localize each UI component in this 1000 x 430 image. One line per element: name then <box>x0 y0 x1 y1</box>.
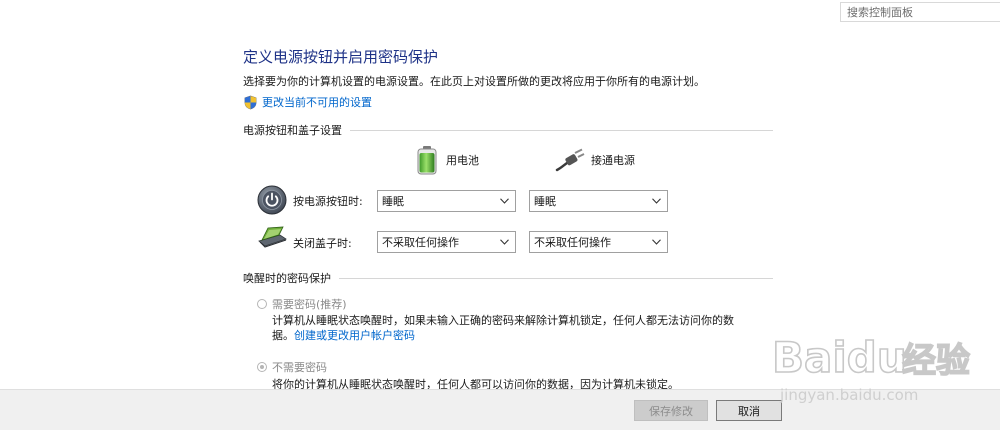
power-button-battery-value: 睡眠 <box>382 195 404 208</box>
lid-plugged-value: 不采取任何操作 <box>534 236 611 249</box>
no-password-radio[interactable] <box>257 362 267 372</box>
no-password-description: 将你的计算机从睡眠状态唤醒时，任何人都可以访问你的数据，因为计算机未锁定。 <box>272 377 772 389</box>
battery-column-header: 用电池 <box>416 145 479 175</box>
section-divider <box>350 129 773 131</box>
plugged-column-label: 接通电源 <box>591 154 635 167</box>
lid-plugged-select[interactable]: 不采取任何操作 <box>529 231 668 253</box>
power-button-icon <box>257 185 287 215</box>
watermark-brand: Baidu <box>772 333 907 382</box>
footer-bar: 保存修改 取消 <box>0 389 1000 430</box>
power-button-row-label: 按电源按钮时: <box>293 195 363 208</box>
plugged-column-header: 接通电源 <box>555 148 635 172</box>
lid-row-label: 关闭盖子时: <box>293 237 352 250</box>
require-password-desc-line2: 据。 <box>272 329 294 342</box>
no-password-label: 不需要密码 <box>272 361 327 374</box>
search-input[interactable] <box>840 2 1000 22</box>
page-description: 选择要为你的计算机设置的电源设置。在此页上对设置所做的更改将应用于你所有的电源计… <box>243 75 705 88</box>
power-plug-icon <box>555 148 585 172</box>
require-password-label: 需要密码(推荐) <box>272 298 347 311</box>
chevron-down-icon <box>500 198 509 204</box>
uac-shield-icon <box>244 95 257 109</box>
password-section-title: 唤醒时的密码保护 <box>243 272 331 285</box>
control-panel-window: 定义电源按钮并启用密码保护 选择要为你的计算机设置的电源设置。在此页上对设置所做… <box>0 0 1000 430</box>
require-password-description: 计算机从睡眠状态唤醒时，如果未输入正确的密码来解除计算机锁定，任何人都无法访问你… <box>272 313 772 343</box>
cancel-button[interactable]: 取消 <box>716 400 782 421</box>
chevron-down-icon <box>500 239 509 245</box>
watermark-brand-cn: 经验 <box>902 341 970 381</box>
page-title: 定义电源按钮并启用密码保护 <box>243 48 439 66</box>
chevron-down-icon <box>652 239 661 245</box>
require-password-radio[interactable] <box>257 299 267 309</box>
battery-column-label: 用电池 <box>446 154 479 167</box>
save-changes-button[interactable]: 保存修改 <box>634 400 708 421</box>
battery-icon <box>417 146 437 175</box>
lid-battery-select[interactable]: 不采取任何操作 <box>377 231 516 253</box>
require-password-option[interactable]: 需要密码(推荐) <box>257 296 347 312</box>
power-button-battery-select[interactable]: 睡眠 <box>377 190 516 212</box>
lid-battery-value: 不采取任何操作 <box>382 236 459 249</box>
power-section-title: 电源按钮和盖子设置 <box>243 124 342 137</box>
password-section-header: 唤醒时的密码保护 <box>243 271 773 285</box>
power-button-plugged-select[interactable]: 睡眠 <box>529 190 668 212</box>
change-link-text: 更改当前不可用的设置 <box>262 96 372 109</box>
radio-selected-dot <box>260 365 264 369</box>
chevron-down-icon <box>652 198 661 204</box>
power-section-header: 电源按钮和盖子设置 <box>243 123 773 137</box>
change-unavailable-settings-link[interactable]: 更改当前不可用的设置 <box>243 94 372 110</box>
no-password-option[interactable]: 不需要密码 <box>257 359 327 375</box>
section-divider <box>339 277 773 279</box>
power-button-plugged-value: 睡眠 <box>534 195 556 208</box>
require-password-desc-line1: 计算机从睡眠状态唤醒时，如果未输入正确的密码来解除计算机锁定，任何人都无法访问你… <box>272 314 734 327</box>
create-change-password-link[interactable]: 创建或更改用户帐户密码 <box>294 329 415 342</box>
laptop-lid-icon <box>258 226 287 248</box>
no-password-desc-line1: 将你的计算机从睡眠状态唤醒时，任何人都可以访问你的数据，因为计算机未锁定。 <box>272 378 679 389</box>
